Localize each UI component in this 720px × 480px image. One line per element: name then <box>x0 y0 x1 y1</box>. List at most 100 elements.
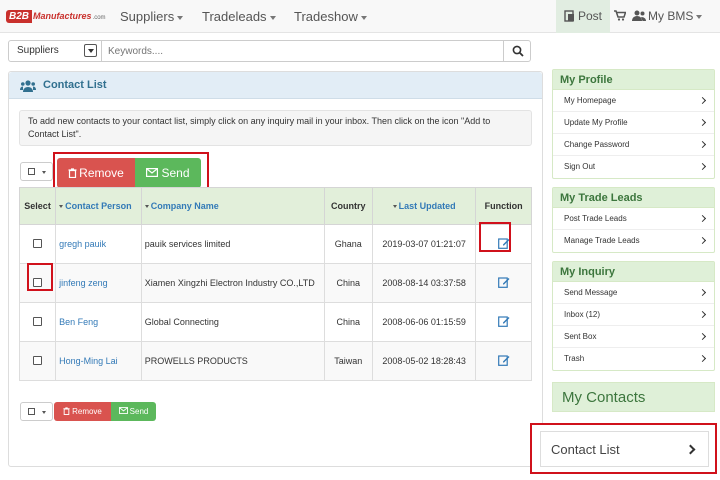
row-checkbox[interactable] <box>33 355 43 365</box>
col-contact-person-label: Contact Person <box>65 201 132 211</box>
users-icon <box>632 10 646 21</box>
nav-tradeleads[interactable]: Tradeleads <box>202 0 276 33</box>
col-function: Function <box>475 187 532 225</box>
row-select-cell <box>18 224 57 264</box>
caret-down-icon <box>42 411 46 414</box>
sidebar-item-change-password[interactable]: Change Password <box>553 134 714 156</box>
col-last-updated-label: Last Updated <box>398 201 456 211</box>
function-cell <box>475 263 532 303</box>
sort-desc-icon <box>392 205 397 209</box>
search-input[interactable] <box>101 40 504 62</box>
last-updated: 2008-05-02 18:28:43 <box>372 341 477 381</box>
nav-my-bms-label: My BMS <box>648 9 694 23</box>
table-row: jinfeng zeng Xiamen Xingzhi Electron Ind… <box>18 263 532 303</box>
checkbox-icon <box>28 168 35 175</box>
sidebar-item-contact-list[interactable]: Contact List <box>540 431 709 467</box>
chevron-down-icon <box>84 44 97 57</box>
sidebar-item-label: Trash <box>564 354 585 363</box>
function-cell <box>475 302 532 342</box>
sidebar-heading: My Trade Leads <box>553 188 714 208</box>
sidebar-item-manage-trade-leads[interactable]: Manage Trade Leads <box>553 230 714 252</box>
users-icon <box>20 80 36 92</box>
panel-title: Contact List <box>43 79 107 91</box>
country: China <box>323 263 374 303</box>
logo-domain: .com <box>92 14 106 21</box>
sidebar-item-inbox[interactable]: Inbox (12) <box>553 304 714 326</box>
logo-name: Manufactures <box>33 11 92 21</box>
sidebar-my-inquiry: My Inquiry Send Message Inbox (12) Sent … <box>552 261 715 371</box>
sidebar-item-post-trade-leads[interactable]: Post Trade Leads <box>553 208 714 230</box>
send-button-bottom-label: Send <box>129 407 149 416</box>
edit-icon[interactable] <box>497 315 510 329</box>
col-country: Country <box>323 187 374 225</box>
sidebar-item-sign-out[interactable]: Sign Out <box>553 156 714 178</box>
post-icon <box>564 10 574 22</box>
sidebar-my-trade-leads: My Trade Leads Post Trade Leads Manage T… <box>552 187 715 253</box>
remove-button-bottom[interactable]: Remove <box>54 402 111 421</box>
highlight-box-edit <box>479 222 511 252</box>
row-checkbox[interactable] <box>33 238 43 248</box>
chevron-right-icon <box>685 444 696 455</box>
col-company-name-label: Company Name <box>150 201 219 211</box>
highlight-box-contact-list: Contact List <box>530 423 717 474</box>
chevron-right-icon <box>698 214 707 223</box>
info-message: To add new contacts to your contact list… <box>19 110 532 146</box>
send-button[interactable]: Send <box>135 158 201 188</box>
sidebar-item-update-profile[interactable]: Update My Profile <box>553 112 714 134</box>
nav-my-bms[interactable]: My BMS <box>632 0 703 33</box>
company-name: Global Connecting <box>140 302 325 342</box>
chevron-right-icon <box>698 236 707 245</box>
country: China <box>323 302 374 342</box>
col-last-updated[interactable]: Last Updated <box>372 187 477 225</box>
col-contact-person[interactable]: Contact Person <box>55 187 142 225</box>
company-name: Xiamen Xingzhi Electron Industry CO.,LTD <box>140 263 325 303</box>
sidebar-item-label: My Homepage <box>564 96 617 105</box>
site-logo[interactable]: B2B Manufactures .com <box>6 8 106 24</box>
chevron-right-icon <box>698 118 707 127</box>
chevron-right-icon <box>698 96 707 105</box>
envelope-icon <box>118 407 128 414</box>
sidebar-item-label: Change Password <box>564 140 630 149</box>
panel-header: Contact List <box>9 72 542 99</box>
nav-post-label: Post <box>577 9 602 23</box>
contact-person-link[interactable]: jinfeng zeng <box>55 263 142 303</box>
contact-person-link[interactable]: Ben Feng <box>55 302 142 342</box>
cart-icon <box>614 10 627 21</box>
caret-down-icon <box>360 15 367 20</box>
row-checkbox[interactable] <box>33 316 43 326</box>
send-button-bottom[interactable]: Send <box>111 402 156 421</box>
contact-person-link[interactable]: gregh pauik <box>55 224 142 264</box>
contacts-table: Select Contact Person Company Name Count… <box>18 187 532 381</box>
contact-person-link[interactable]: Hong-Ming Lai <box>55 341 142 381</box>
remove-button-label: Remove <box>79 166 124 180</box>
nav-tradeshow-label: Tradeshow <box>294 9 358 24</box>
caret-down-icon <box>696 14 703 19</box>
sidebar-heading: My Profile <box>553 70 714 90</box>
edit-icon[interactable] <box>497 276 510 290</box>
sidebar-item-label: Sign Out <box>564 162 596 171</box>
row-select-cell <box>18 341 57 381</box>
sidebar-item-sent-box[interactable]: Sent Box <box>553 326 714 348</box>
remove-button[interactable]: Remove <box>57 158 135 188</box>
nav-suppliers-label: Suppliers <box>120 9 175 24</box>
nav-cart[interactable] <box>614 0 627 33</box>
col-company-name[interactable]: Company Name <box>140 187 325 225</box>
search-button[interactable] <box>503 40 531 62</box>
nav-tradeshow[interactable]: Tradeshow <box>294 0 367 33</box>
search-category-select[interactable]: Suppliers <box>8 40 102 62</box>
trash-icon <box>63 407 70 415</box>
edit-icon[interactable] <box>497 354 510 368</box>
select-all-dropdown[interactable] <box>20 162 53 181</box>
chevron-right-icon <box>698 310 707 319</box>
select-all-dropdown-bottom[interactable] <box>20 402 53 421</box>
trash-icon <box>68 168 77 179</box>
nav-post[interactable]: Post <box>556 0 610 33</box>
checkbox-icon <box>28 408 35 415</box>
sidebar-item-send-message[interactable]: Send Message <box>553 282 714 304</box>
nav-suppliers[interactable]: Suppliers <box>120 0 184 33</box>
sidebar-item-trash[interactable]: Trash <box>553 348 714 370</box>
chevron-right-icon <box>698 332 707 341</box>
country: Ghana <box>323 224 374 264</box>
search-icon <box>512 45 524 57</box>
sidebar-item-my-homepage[interactable]: My Homepage <box>553 90 714 112</box>
